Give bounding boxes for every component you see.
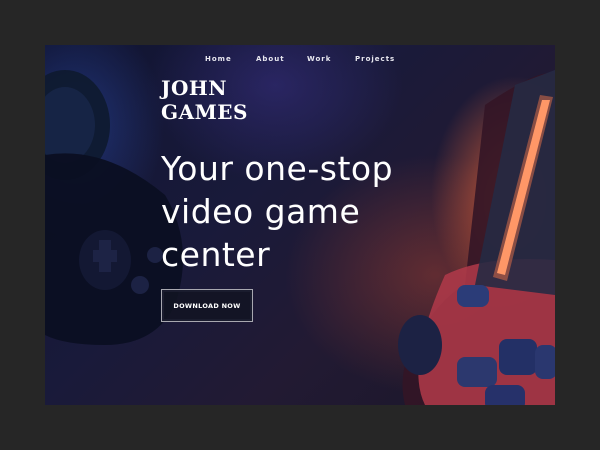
nav-home[interactable]: Home bbox=[205, 55, 256, 63]
headline-line-3: center bbox=[161, 235, 271, 274]
nav-projects[interactable]: Projects bbox=[355, 55, 406, 63]
hero-section: Home About Work Projects JOHN GAMES Your… bbox=[45, 45, 555, 405]
nav-about[interactable]: About bbox=[256, 55, 307, 63]
headline-line-2: video game bbox=[161, 192, 361, 231]
download-now-button[interactable]: DOWNLOAD NOW bbox=[161, 289, 253, 322]
nav-work[interactable]: Work bbox=[307, 55, 355, 63]
headline-line-1: Your one-stop bbox=[161, 149, 394, 188]
main-nav: Home About Work Projects bbox=[205, 55, 406, 63]
brand-line-1: JOHN bbox=[161, 76, 228, 100]
brand-line-2: GAMES bbox=[161, 100, 248, 124]
hero-headline: Your one-stop video game center bbox=[161, 147, 461, 276]
brand-logo[interactable]: JOHN GAMES bbox=[161, 76, 248, 124]
